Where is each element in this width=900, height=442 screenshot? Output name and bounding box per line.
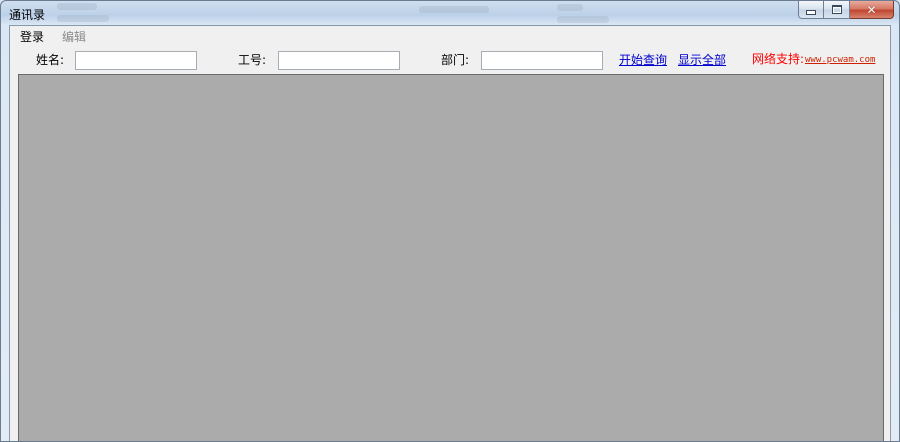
title-bar[interactable]: 通讯录 ✕ (1, 1, 899, 25)
results-grid[interactable] (18, 74, 884, 441)
background-blur (557, 16, 609, 23)
app-window: 通讯录 ✕ 登录 编辑 姓名: 工号: 部门: 开始查询 显示全部 网络支持: … (0, 0, 900, 442)
background-blur (419, 6, 489, 13)
employee-id-input[interactable] (278, 51, 400, 70)
minimize-icon (806, 10, 816, 15)
start-query-link[interactable]: 开始查询 (619, 53, 667, 67)
employee-id-label: 工号: (238, 53, 267, 67)
menu-item-login[interactable]: 登录 (12, 26, 52, 48)
show-all-link[interactable]: 显示全部 (678, 53, 726, 67)
name-input[interactable] (75, 51, 197, 70)
close-icon: ✕ (866, 2, 877, 17)
department-input[interactable] (481, 51, 603, 70)
background-blur (57, 3, 97, 10)
client-area: 登录 编辑 姓名: 工号: 部门: 开始查询 显示全部 网络支持: www.pc… (9, 25, 891, 441)
menu-item-edit: 编辑 (62, 30, 87, 44)
menu-bar: 登录 编辑 (10, 26, 890, 48)
name-label: 姓名: (36, 53, 65, 67)
close-button[interactable]: ✕ (850, 1, 894, 19)
maximize-icon (831, 5, 842, 14)
support-label: 网络支持: (752, 52, 805, 66)
background-blur (57, 15, 109, 22)
minimize-button[interactable] (798, 1, 824, 19)
support-url-link[interactable]: www.pcwam.com (805, 54, 875, 66)
department-label: 部门: (441, 53, 470, 67)
maximize-button[interactable] (824, 1, 850, 19)
background-blur (557, 4, 583, 11)
caption-buttons: ✕ (798, 1, 894, 19)
window-title: 通讯录 (9, 8, 46, 22)
